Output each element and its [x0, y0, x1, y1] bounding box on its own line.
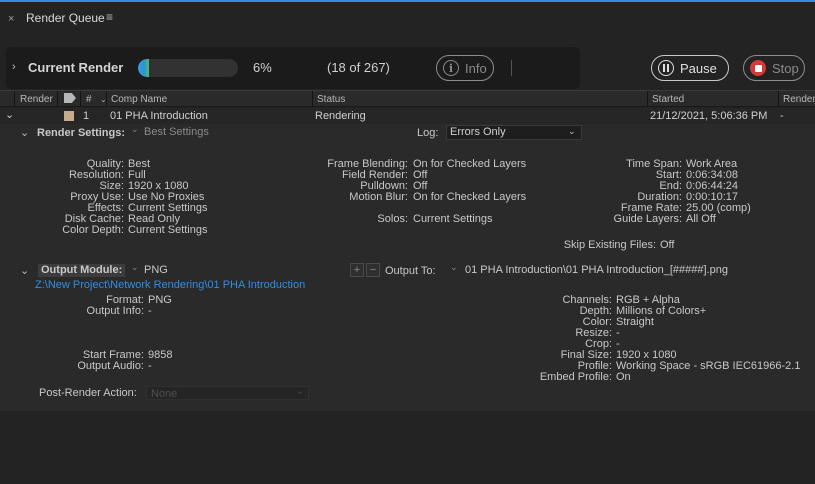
skip-existing-label: Skip Existing Files: — [563, 239, 656, 251]
info-button[interactable]: i Info — [436, 55, 494, 81]
output-setting-label: Output Audio: — [77, 360, 144, 372]
pause-button[interactable]: Pause — [651, 55, 729, 81]
item-started: 21/12/2021, 5:06:36 PM — [650, 110, 768, 122]
log-label: Log: — [417, 127, 439, 139]
pause-button-label: Pause — [680, 60, 717, 76]
remove-output-module-button[interactable]: − — [366, 263, 380, 277]
column-divider[interactable] — [312, 91, 313, 106]
column-started[interactable]: Started — [652, 94, 684, 105]
column-divider[interactable] — [778, 91, 779, 106]
render-setting-value: Current Settings — [128, 224, 208, 236]
output-setting-value: On — [616, 371, 631, 383]
chevron-down-icon[interactable]: ⌄ — [450, 262, 458, 273]
output-path-link[interactable]: Z:\New Project\Network Rendering\01 PHA … — [35, 279, 305, 291]
render-setting-value: All Off — [686, 213, 716, 225]
render-settings-preset[interactable]: Best Settings — [144, 126, 209, 138]
render-setting-value: On for Checked Layers — [413, 158, 527, 170]
chevron-down-icon[interactable]: ⌄ — [131, 124, 139, 135]
render-progress-bar — [138, 59, 238, 77]
label-color-swatch[interactable] — [64, 111, 74, 121]
chevron-right-icon[interactable]: › — [12, 61, 16, 73]
panel-menu-icon[interactable]: ≡ — [106, 10, 113, 24]
log-dropdown-value: Errors Only — [450, 126, 506, 138]
render-item-row[interactable]: ⌄ 1 01 PHA Introduction Rendering 21/12/… — [0, 108, 815, 124]
panel-tab-bar — [0, 2, 815, 38]
output-module-preset[interactable]: PNG — [144, 264, 168, 276]
output-setting-label: Output Info: — [86, 305, 144, 317]
render-percent: 6% — [253, 60, 272, 75]
render-setting-label: Motion Blur: — [349, 191, 408, 203]
post-render-label: Post-Render Action: — [39, 387, 137, 399]
column-number[interactable]: # — [86, 94, 92, 105]
item-status: Rendering — [315, 110, 366, 122]
post-render-value: None — [151, 388, 178, 400]
toolbar-divider — [511, 60, 512, 76]
stop-button[interactable]: Stop — [743, 55, 805, 81]
chevron-down-icon[interactable]: ⌄ — [5, 108, 14, 121]
output-setting-value: - — [148, 360, 152, 372]
output-setting-label: Embed Profile: — [539, 371, 612, 383]
chevron-down-icon: ⌄ — [568, 126, 576, 136]
chevron-down-icon[interactable]: ⌄ — [20, 126, 29, 139]
output-setting-value: - — [148, 305, 152, 317]
render-progress-fill — [138, 59, 149, 77]
output-to-label: Output To: — [385, 265, 436, 277]
render-setting-label: Color Depth: — [62, 224, 124, 236]
output-setting-value: Working Space - sRGB IEC61966-2.1 — [616, 360, 801, 372]
add-output-module-button[interactable]: + — [350, 263, 364, 277]
render-setting-value: On for Checked Layers — [413, 191, 527, 203]
pause-icon — [658, 60, 674, 76]
column-divider[interactable] — [647, 91, 648, 106]
info-button-label: Info — [465, 60, 487, 76]
render-setting-label: Guide Layers: — [613, 213, 682, 225]
column-render-time[interactable]: Render T — [783, 94, 815, 105]
chevron-down-icon[interactable]: ⌄ — [20, 264, 29, 277]
render-settings-label: Render Settings: — [37, 127, 126, 139]
plus-icon: + — [353, 264, 361, 276]
column-divider[interactable] — [80, 91, 81, 106]
close-panel-icon[interactable]: × — [8, 13, 14, 25]
item-comp-name[interactable]: 01 PHA Introduction — [110, 110, 208, 122]
chevron-down-icon[interactable]: ⌄ — [131, 262, 139, 273]
item-render-time: - — [780, 110, 784, 122]
column-render[interactable]: Render — [20, 94, 53, 105]
stop-button-label: Stop — [772, 60, 799, 76]
output-module-label: Output Module: — [38, 264, 126, 277]
panel-title[interactable]: Render Queue — [26, 11, 105, 25]
column-status[interactable]: Status — [317, 94, 345, 105]
sort-caret-icon[interactable]: ⌄ — [100, 95, 107, 104]
info-icon: i — [443, 60, 459, 76]
output-to-value[interactable]: 01 PHA Introduction\01 PHA Introduction_… — [465, 264, 728, 276]
render-setting-label: Solos: — [377, 213, 408, 225]
queue-column-header: Render # Comp Name Status Started Render… — [0, 90, 815, 107]
chevron-down-icon: ⌄ — [296, 386, 304, 396]
render-setting-value: Current Settings — [413, 213, 493, 225]
column-comp-name[interactable]: Comp Name — [111, 94, 167, 105]
skip-existing-value: Off — [660, 239, 675, 251]
item-index: 1 — [83, 110, 90, 122]
minus-icon: − — [369, 264, 377, 276]
render-count: (18 of 267) — [327, 60, 390, 75]
output-setting-value: Straight — [616, 316, 654, 328]
stop-icon — [750, 60, 766, 76]
column-divider[interactable] — [14, 91, 15, 106]
current-render-label: Current Render — [28, 60, 124, 75]
column-divider[interactable] — [57, 91, 58, 106]
